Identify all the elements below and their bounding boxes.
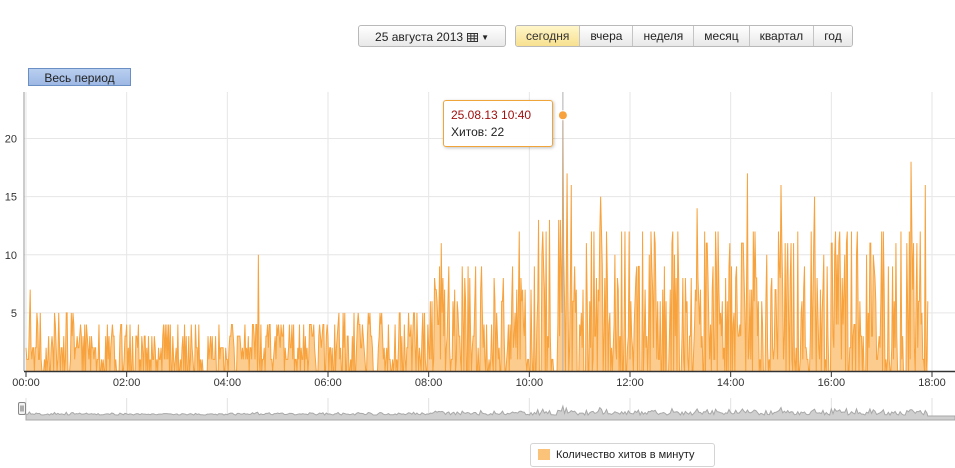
y-axis-labels: 5 10 15 20 — [5, 134, 17, 320]
y-tick-label-1: 10 — [5, 250, 17, 262]
x-tick-label-8: 16:00 — [818, 377, 846, 389]
tooltip-value: Хитов: 22 — [451, 125, 505, 139]
x-tick-label-5: 10:00 — [516, 377, 544, 389]
legend-item[interactable]: Количество хитов в минуту — [530, 443, 715, 467]
whole-period-button[interactable]: Весь период — [28, 68, 131, 86]
x-tick-label-2: 04:00 — [214, 377, 242, 389]
navigator-handle-grip[interactable] — [18, 402, 26, 415]
period-week-button[interactable]: неделя — [632, 26, 694, 46]
x-tick-label-6: 12:00 — [616, 377, 644, 389]
chevron-down-icon: ▼ — [481, 33, 489, 42]
period-selector: сегодня вчера неделя месяц квартал год — [515, 25, 853, 47]
y-tick-label-2: 15 — [5, 192, 17, 204]
chart-tooltip: 25.08.13 10:40 Хитов: 22 — [443, 100, 553, 147]
date-picker-button[interactable]: 25 августа 2013 ▼ — [358, 25, 506, 47]
navigator-handle[interactable] — [18, 402, 26, 415]
x-tick-label-9: 18:00 — [918, 377, 946, 389]
toolbar: 25 августа 2013 ▼ сегодня вчера неделя ме… — [0, 25, 955, 49]
x-tick-label-7: 14:00 — [717, 377, 745, 389]
x-axis-labels: 00:00 02:00 04:00 06:00 08:00 10:00 12:00 14:00… — [12, 377, 946, 389]
x-tick-label-4: 08:00 — [415, 377, 443, 389]
legend-label: Количество хитов в минуту — [556, 449, 695, 461]
navigator[interactable] — [18, 398, 955, 421]
chart-canvas: 5 10 15 20 00:00 02:00 04:00 06:00 08:00 10:00 12… — [5, 92, 955, 421]
period-yesterday-button[interactable]: вчера — [579, 26, 633, 46]
x-tick-label-0: 00:00 — [12, 377, 40, 389]
date-label: 25 августа 2013 — [375, 30, 464, 44]
highlight-marker — [557, 110, 568, 121]
y-tick-label-0: 5 — [11, 308, 17, 320]
legend-swatch — [538, 449, 550, 460]
tooltip-time: 25.08.13 10:40 — [451, 108, 532, 122]
period-today-button[interactable]: сегодня — [516, 26, 580, 46]
calendar-icon — [467, 27, 479, 42]
x-tick-label-3: 06:00 — [314, 377, 342, 389]
period-year-button[interactable]: год — [813, 26, 852, 46]
period-quarter-button[interactable]: квартал — [748, 26, 814, 46]
y-tick-label-3: 20 — [5, 134, 17, 146]
x-tick-label-1: 02:00 — [113, 377, 141, 389]
period-month-button[interactable]: месяц — [693, 26, 749, 46]
